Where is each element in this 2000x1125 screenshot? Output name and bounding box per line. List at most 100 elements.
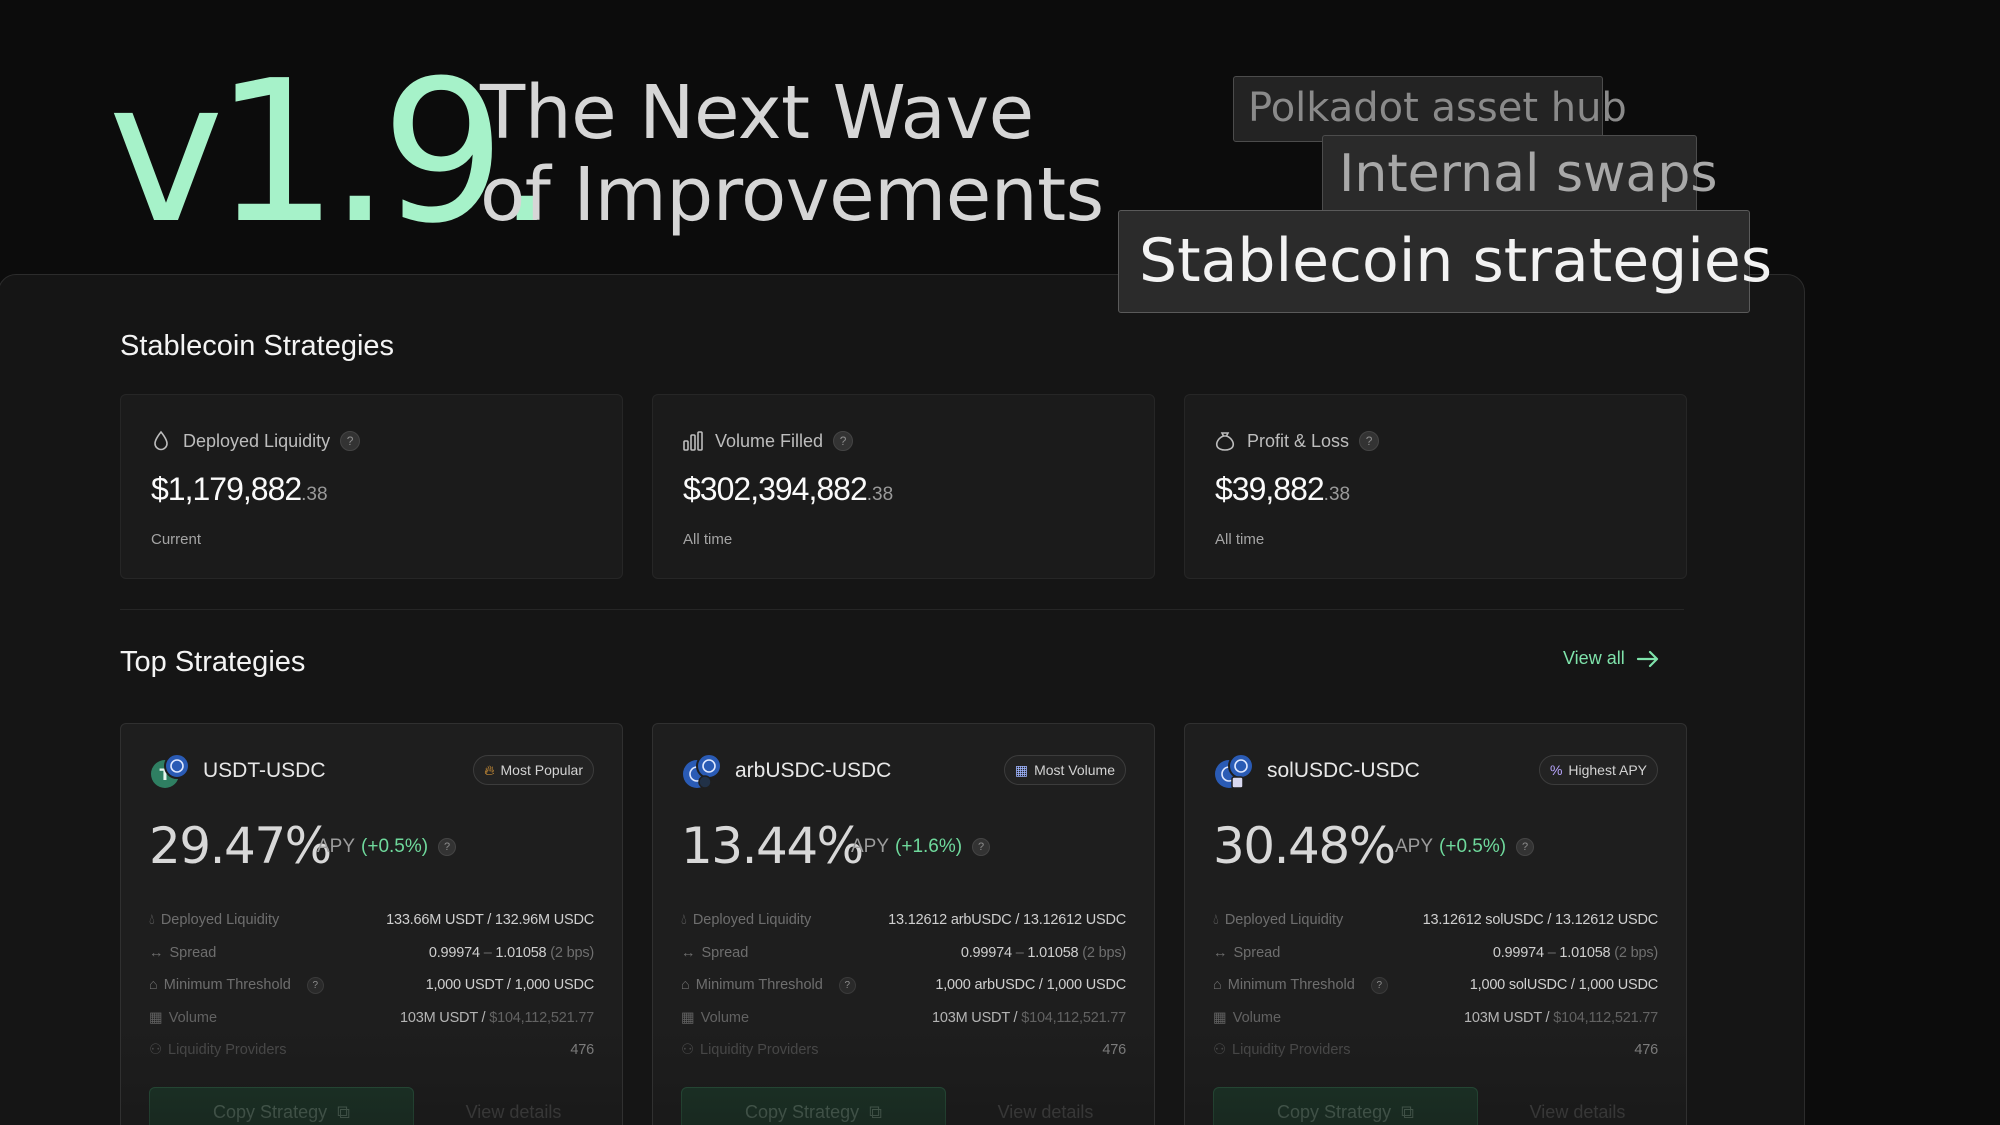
row-liquidity-providers: ⚇ Liquidity Providers 476 xyxy=(149,1042,594,1059)
droplet-icon: 💧︎ xyxy=(1213,912,1219,929)
apy-meta: APY (+0.5%) ? xyxy=(1395,836,1535,858)
stat-label: Profit & Loss xyxy=(1247,430,1350,451)
users-icon: ⚇ xyxy=(1213,1042,1226,1059)
section-title-top-strategies: Top Strategies xyxy=(120,646,306,678)
flame-icon: 🔥︎ xyxy=(484,762,495,778)
feature-tag-stablecoin: Stablecoin strategies xyxy=(1118,210,1772,313)
money-bag-icon: ⌂ xyxy=(1213,977,1222,994)
apy-value: 29.47% xyxy=(149,817,332,875)
stat-value: $1,179,882.38 xyxy=(151,471,328,507)
badge-most-popular: 🔥︎ Most Popular xyxy=(473,755,594,785)
row-spread: ↔ Spread 0.99974 – 1.01058 (2 bps) xyxy=(1213,944,1658,961)
arrows-horizontal-icon: ↔ xyxy=(681,944,696,961)
apy-value: 13.44% xyxy=(681,817,864,875)
row-volume: ▦ Volume 103M USDT / $104,112,521.77 xyxy=(149,1009,594,1026)
chart-box-icon: ▦ xyxy=(1014,762,1029,778)
help-icon[interactable]: ? xyxy=(306,976,324,994)
strategy-name: solUSDC-USDC xyxy=(1267,759,1420,782)
strategy-card-solusdc-usdc[interactable]: solUSDC-USDC % Highest APY 30.48% APY (+… xyxy=(1184,723,1687,1125)
help-icon[interactable]: ? xyxy=(1370,976,1388,994)
strategy-card-usdt-usdc[interactable]: T USDT-USDC 🔥︎ Most Popular 29.47% APY (… xyxy=(120,723,623,1125)
copy-strategy-button[interactable]: Copy Strategy ⧉ xyxy=(681,1087,946,1125)
chart-box-icon: ▦ xyxy=(681,1009,695,1026)
chart-box-icon: ▦ xyxy=(149,1009,163,1026)
apy-meta: APY (+1.6%) ? xyxy=(851,836,991,858)
stat-note: All time xyxy=(1215,531,1265,548)
badge-highest-apy: % Highest APY xyxy=(1538,755,1658,785)
feature-tag-internal-swaps: Internal swaps xyxy=(1322,135,1718,215)
view-details-button[interactable]: View details xyxy=(431,1087,596,1125)
droplet-icon: 💧︎ xyxy=(681,912,687,929)
apy-change: (+0.5%) xyxy=(361,836,429,857)
strategy-name: USDT-USDC xyxy=(203,759,326,782)
strategy-details: 💧︎ Deployed Liquidity 13.12612 solUSDC / 1… xyxy=(1213,904,1658,1067)
row-liquidity-providers: ⚇ Liquidity Providers 476 xyxy=(1213,1042,1658,1059)
strategy-details: 💧︎ Deployed Liquidity 133.66M USDT / 132.9… xyxy=(149,904,594,1067)
help-icon[interactable]: ? xyxy=(972,838,991,856)
badge-label: Highest APY xyxy=(1568,762,1647,778)
copy-strategy-button[interactable]: Copy Strategy ⧉ xyxy=(149,1087,414,1125)
arrows-horizontal-icon: ↔ xyxy=(1213,944,1228,961)
hero-title-line-1: The Next Wave xyxy=(480,70,1034,156)
stat-card-volume-filled: Volume Filled ? $302,394,882.38 All time xyxy=(652,394,1155,579)
apy-value: 30.48% xyxy=(1213,817,1396,875)
stat-note: All time xyxy=(683,531,733,548)
row-minimum-threshold: ⌂ Minimum Threshold? 1,000 USDT / 1,000 US… xyxy=(149,976,594,994)
row-volume: ▦ Volume 103M USDT / $104,112,521.77 xyxy=(681,1009,1126,1026)
row-deployed-liquidity: 💧︎ Deployed Liquidity 133.66M USDT / 132.9… xyxy=(149,912,594,929)
money-bag-icon: ⌂ xyxy=(149,977,158,994)
row-spread: ↔ Spread 0.99974 – 1.01058 (2 bps) xyxy=(681,944,1126,961)
view-all-label: View all xyxy=(1563,648,1625,668)
row-minimum-threshold: ⌂ Minimum Threshold? 1,000 solUSDC / 1,000… xyxy=(1213,976,1658,994)
row-minimum-threshold: ⌂ Minimum Threshold? 1,000 arbUSDC / 1,000… xyxy=(681,976,1126,994)
bar-chart-icon xyxy=(683,431,703,451)
view-all-link[interactable]: View all xyxy=(1563,648,1661,669)
hero-title-line-2: of Improvements xyxy=(480,152,1104,238)
hero-title: The Next Wave of Improvements xyxy=(480,72,1104,236)
help-icon[interactable]: ? xyxy=(438,838,457,856)
strategy-details: 💧︎ Deployed Liquidity 13.12612 arbUSDC / 1… xyxy=(681,904,1126,1067)
section-title-stablecoin: Stablecoin Strategies xyxy=(120,330,395,362)
help-icon[interactable]: ? xyxy=(838,976,856,994)
users-icon: ⚇ xyxy=(681,1042,694,1059)
money-bag-icon: ⌂ xyxy=(681,977,690,994)
feature-tag-polkadot: Polkadot asset hub xyxy=(1233,76,1627,142)
help-icon[interactable]: ? xyxy=(340,431,361,451)
badge-label: Most Popular xyxy=(500,762,583,778)
stat-card-deployed-liquidity: Deployed Liquidity ? $1,179,882.38 Curre… xyxy=(120,394,623,579)
copy-icon: ⧉ xyxy=(337,1101,350,1122)
help-icon[interactable]: ? xyxy=(1516,838,1535,856)
row-liquidity-providers: ⚇ Liquidity Providers 476 xyxy=(681,1042,1126,1059)
section-divider xyxy=(120,609,1684,610)
strategy-name: arbUSDC-USDC xyxy=(735,759,892,782)
token-pair-icon: T xyxy=(151,753,190,788)
stat-value: $39,882.38 xyxy=(1215,471,1351,507)
copy-strategy-button[interactable]: Copy Strategy ⧉ xyxy=(1213,1087,1478,1125)
apy-meta: APY (+0.5%) ? xyxy=(317,836,457,858)
users-icon: ⚇ xyxy=(149,1042,162,1059)
view-details-button[interactable]: View details xyxy=(1495,1087,1660,1125)
stat-note: Current xyxy=(151,531,202,548)
view-details-button[interactable]: View details xyxy=(963,1087,1128,1125)
help-icon[interactable]: ? xyxy=(1359,431,1380,451)
money-bag-icon xyxy=(1215,432,1235,451)
arrows-horizontal-icon: ↔ xyxy=(149,944,164,961)
copy-icon: ⧉ xyxy=(869,1101,882,1122)
stat-value: $302,394,882.38 xyxy=(683,471,894,507)
badge-most-volume: ▦ Most Volume xyxy=(1003,755,1126,785)
row-deployed-liquidity: 💧︎ Deployed Liquidity 13.12612 arbUSDC / 1… xyxy=(681,912,1126,929)
copy-icon: ⧉ xyxy=(1401,1101,1414,1122)
droplet-icon: 💧︎ xyxy=(149,912,155,929)
help-icon[interactable]: ? xyxy=(833,431,854,451)
apy-change: (+1.6%) xyxy=(895,836,963,857)
row-deployed-liquidity: 💧︎ Deployed Liquidity 13.12612 solUSDC / 1… xyxy=(1213,912,1658,929)
apy-change: (+0.5%) xyxy=(1439,836,1507,857)
stat-label: Volume Filled xyxy=(715,430,824,451)
token-pair-icon xyxy=(683,753,722,789)
percent-icon: % xyxy=(1549,762,1563,778)
arrow-right-icon xyxy=(1636,650,1658,667)
chart-box-icon: ▦ xyxy=(1213,1009,1227,1026)
droplet-icon xyxy=(154,430,168,451)
strategy-card-arbusdc-usdc[interactable]: arbUSDC-USDC ▦ Most Volume 13.44% APY (+… xyxy=(652,723,1155,1125)
stat-card-profit-loss: Profit & Loss ? $39,882.38 All time xyxy=(1184,394,1687,579)
